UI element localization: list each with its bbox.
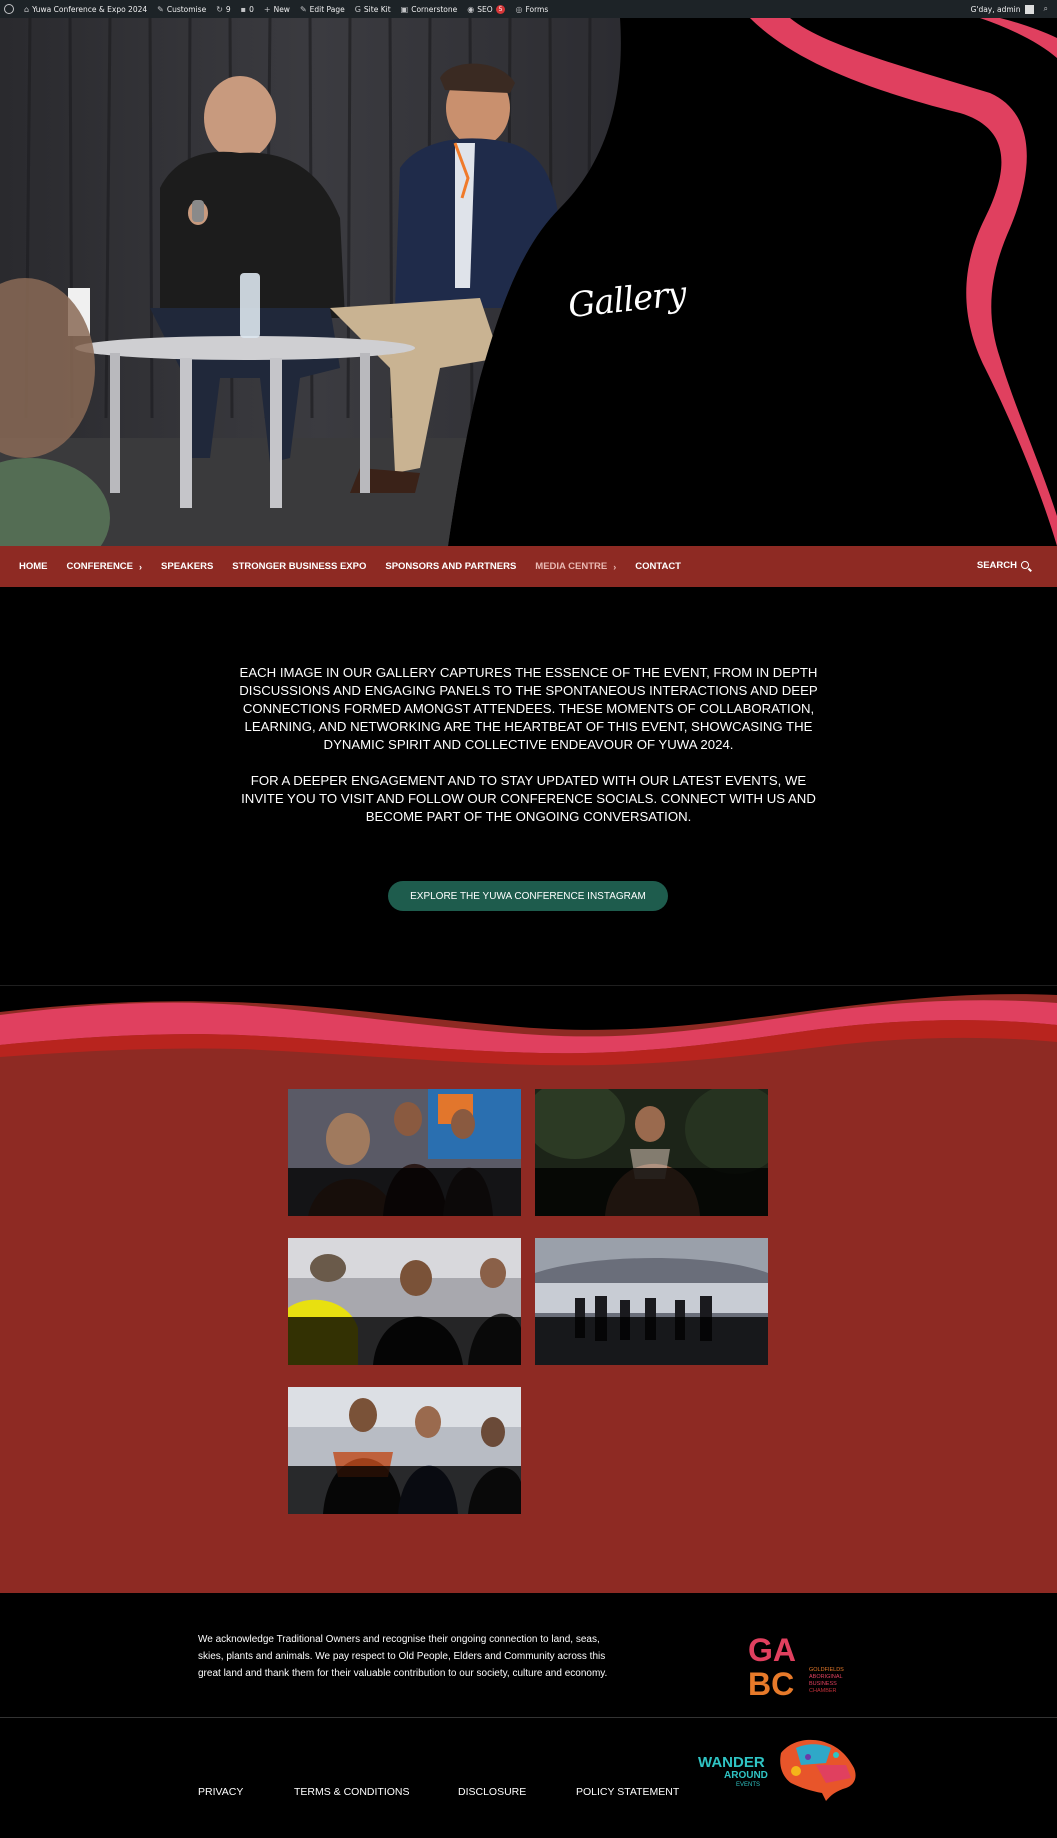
search-icon: ⌕ [1043, 4, 1048, 13]
nav-item-contact[interactable]: CONTACT [635, 561, 681, 572]
wordpress-icon [4, 4, 14, 14]
nav-item-home[interactable]: HOME [19, 561, 48, 572]
gabc-logo-letters-top: GA [748, 1632, 796, 1668]
seo-icon: ◉ [467, 4, 475, 14]
admin-account-link[interactable]: G'day, admin [967, 0, 1040, 18]
admin-edit-page-link[interactable]: ✎ Edit Page [296, 0, 351, 18]
admin-cornerstone-link[interactable]: ▣ Cornerstone [397, 0, 464, 18]
wander-logo-text: EVENTS [736, 1782, 760, 1788]
admin-search-button[interactable]: ⌕ [1040, 0, 1057, 18]
intro-paragraph: FOR A DEEPER ENGAGEMENT AND TO STAY UPDA… [241, 773, 816, 824]
footer-link-disclosure[interactable]: DISCLOSURE [458, 1786, 526, 1798]
caption-overlay [535, 1168, 768, 1216]
brush-icon: ✎ [157, 4, 164, 14]
gallery-thumbnail-panel-discussion[interactable] [288, 1089, 521, 1216]
wander-logo-text: WANDER [698, 1754, 765, 1771]
gallery-thumbnail-networking[interactable] [288, 1238, 521, 1365]
plus-icon: + [263, 4, 271, 14]
nav-item-sponsors-and-partners[interactable]: SPONSORS AND PARTNERS [385, 561, 516, 572]
caption-overlay [288, 1317, 521, 1365]
gallery-thumbnail-expo-hall[interactable] [535, 1238, 768, 1365]
gabc-logo-text: GOLDFIELDS [809, 1667, 844, 1673]
caption-overlay [288, 1466, 521, 1514]
caption-overlay [288, 1168, 521, 1216]
home-icon: ⌂ [24, 4, 30, 14]
admin-site-name-link[interactable]: ⌂ Yuwa Conference & Expo 2024 [20, 0, 153, 18]
updates-icon: ↻ [216, 4, 223, 14]
nav-item-speakers[interactable]: SPEAKERS [161, 561, 213, 572]
intro-paragraph: EACH IMAGE IN OUR GALLERY CAPTURES THE E… [239, 665, 818, 752]
chevron-right-icon: › [613, 561, 617, 572]
australia-map-icon [780, 1739, 856, 1801]
gabc-logo-text: BUSINESS [809, 1681, 837, 1687]
pencil-icon: ✎ [299, 4, 307, 14]
hero-photo [0, 18, 1057, 546]
gabc-logo[interactable]: GA BC GOLDFIELDS ABORIGINAL BUSINESS CHA… [746, 1631, 866, 1701]
seo-count-badge: 5 [495, 4, 506, 14]
admin-seo-link[interactable]: ◉ SEO 5 [463, 0, 511, 18]
main-navigation: HOME CONFERENCE › SPEAKERS STRONGER BUSIN… [0, 546, 1057, 587]
hero-banner: Gallery [0, 18, 1057, 546]
nav-item-stronger-business-expo[interactable]: STRONGER BUSINESS EXPO [232, 561, 366, 572]
admin-bar: ⌂ Yuwa Conference & Expo 2024 ✎ Customise … [0, 0, 1057, 18]
gabc-logo-text: ABORIGINAL [809, 1674, 843, 1680]
nav-item-conference[interactable]: CONFERENCE › [67, 561, 143, 572]
chevron-right-icon: › [139, 561, 143, 572]
divider [0, 1717, 1057, 1718]
forms-icon: ◎ [515, 4, 523, 14]
admin-forms-link[interactable]: ◎ Forms [511, 0, 554, 18]
footer-link-policy-statement[interactable]: POLICY STATEMENT [576, 1786, 679, 1798]
wander-logo-text: AROUND [724, 1770, 768, 1781]
acknowledgement-text: We acknowledge Traditional Owners and re… [198, 1634, 608, 1679]
wordpress-logo-link[interactable] [0, 0, 20, 18]
caption-overlay [535, 1317, 768, 1365]
divider [0, 985, 1057, 986]
google-icon: G [354, 4, 361, 14]
admin-new-link[interactable]: + New [260, 0, 296, 18]
wave-divider [0, 987, 1057, 1067]
admin-updates-link[interactable]: ↻ 9 [212, 0, 236, 18]
admin-site-kit-link[interactable]: G Site Kit [351, 0, 397, 18]
admin-customise-link[interactable]: ✎ Customise [153, 0, 212, 18]
gallery-section [0, 987, 1057, 1593]
search-input[interactable]: SEARCH [977, 560, 1017, 571]
gallery-thumbnail-attendees[interactable] [288, 1387, 521, 1514]
intro-section: EACH IMAGE IN OUR GALLERY CAPTURES THE E… [0, 587, 1057, 987]
footer-link-privacy[interactable]: PRIVACY [198, 1786, 243, 1798]
instagram-cta-button[interactable]: EXPLORE THE YUWA CONFERENCE INSTAGRAM [388, 881, 668, 911]
gallery-thumbnail-smoking-ceremony[interactable] [535, 1089, 768, 1216]
search-icon[interactable] [1021, 561, 1029, 569]
comment-icon: ▪ [240, 4, 247, 14]
gabc-logo-letters-bottom: BC [748, 1666, 794, 1701]
admin-comments-link[interactable]: ▪ 0 [237, 0, 260, 18]
avatar [1024, 4, 1034, 14]
nav-item-media-centre[interactable]: MEDIA CENTRE › [535, 561, 616, 572]
footer: We acknowledge Traditional Owners and re… [0, 1593, 1057, 1838]
cornerstone-icon: ▣ [400, 4, 409, 14]
gabc-logo-text: CHAMBER [809, 1688, 837, 1694]
footer-link-terms-and-conditions[interactable]: TERMS & CONDITIONS [294, 1786, 410, 1798]
wander-around-events-logo[interactable]: WANDER AROUND EVENTS [696, 1733, 861, 1803]
